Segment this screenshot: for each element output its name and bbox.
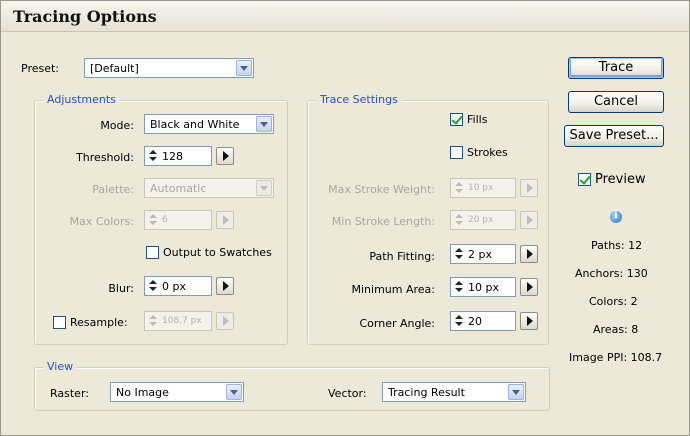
path-fitting-stepper[interactable]: 2 px <box>450 244 516 264</box>
max-colors-slider-button <box>216 211 234 229</box>
stat-colors: Colors: 2 <box>589 295 638 308</box>
chevron-down-icon[interactable] <box>236 60 252 76</box>
corner-angle-stepper[interactable]: 20 <box>450 311 516 331</box>
palette-select: Automatic <box>144 178 274 198</box>
threshold-slider-button[interactable] <box>216 147 234 165</box>
preview-label[interactable]: Preview <box>595 172 646 187</box>
raster-select[interactable]: No Image <box>110 382 244 402</box>
vector-label: Vector: <box>328 387 367 400</box>
up-down-arrows-icon[interactable] <box>148 280 158 292</box>
max-colors-value: 6 <box>162 215 168 225</box>
preset-select[interactable]: [Default] <box>84 58 254 78</box>
blur-label: Blur: <box>108 282 134 295</box>
preset-label: Preset: <box>21 62 60 75</box>
resample-label[interactable]: Resample: <box>70 316 128 329</box>
cancel-button[interactable]: Cancel <box>568 91 664 113</box>
up-down-arrows-icon[interactable] <box>148 150 158 162</box>
minimum-area-value: 10 px <box>468 281 499 294</box>
resample-checkbox[interactable] <box>53 316 66 329</box>
dialog-title: Tracing Options <box>13 7 157 26</box>
strokes-checkbox[interactable] <box>450 146 463 159</box>
vector-value: Tracing Result <box>388 386 465 399</box>
palette-label: Palette: <box>92 183 134 196</box>
chevron-down-icon[interactable] <box>256 116 272 132</box>
save-preset-button[interactable]: Save Preset... <box>564 125 664 147</box>
stat-paths: Paths: 12 <box>591 239 643 252</box>
output-to-swatches-checkbox[interactable] <box>146 246 159 259</box>
max-stroke-weight-value: 10 px <box>468 183 494 193</box>
preview-checkbox[interactable] <box>578 173 591 186</box>
fills-checkbox[interactable] <box>450 113 463 126</box>
threshold-value: 128 <box>162 150 183 163</box>
corner-angle-label: Corner Angle: <box>359 317 435 330</box>
chevron-down-icon[interactable] <box>508 384 524 400</box>
output-to-swatches-label[interactable]: Output to Swatches <box>163 246 272 259</box>
strokes-label[interactable]: Strokes <box>467 146 508 159</box>
blur-value: 0 px <box>162 280 186 293</box>
blur-slider-button[interactable] <box>216 277 234 295</box>
up-down-arrows-icon <box>148 214 158 226</box>
up-down-arrows-icon[interactable] <box>454 281 464 293</box>
stat-areas: Areas: 8 <box>593 323 639 336</box>
threshold-label: Threshold: <box>76 151 134 164</box>
fills-label[interactable]: Fills <box>467 113 487 126</box>
resample-value: 108.7 px <box>162 316 202 326</box>
max-stroke-weight-stepper: 10 px <box>450 178 516 198</box>
minimum-area-stepper[interactable]: 10 px <box>450 277 516 297</box>
up-down-arrows-icon <box>454 214 464 226</box>
up-down-arrows-icon <box>454 182 464 194</box>
trace-button[interactable]: Trace <box>568 57 664 79</box>
resample-stepper: 108.7 px <box>144 311 212 331</box>
chevron-down-icon <box>256 180 272 196</box>
min-stroke-length-stepper: 20 px <box>450 210 516 230</box>
up-down-arrows-icon[interactable] <box>454 248 464 260</box>
threshold-stepper[interactable]: 128 <box>144 146 212 166</box>
max-colors-stepper: 6 <box>144 210 212 230</box>
raster-label: Raster: <box>50 387 89 400</box>
min-stroke-length-value: 20 px <box>468 215 494 225</box>
adjustments-title: Adjustments <box>43 93 120 106</box>
mode-label: Mode: <box>100 119 134 132</box>
palette-value: Automatic <box>150 182 207 195</box>
path-fitting-label: Path Fitting: <box>369 250 435 263</box>
mode-select[interactable]: Black and White <box>144 114 274 134</box>
path-fitting-slider-button[interactable] <box>520 245 538 263</box>
corner-angle-value: 20 <box>468 315 482 328</box>
max-colors-label: Max Colors: <box>69 215 134 228</box>
max-stroke-weight-slider-button <box>520 179 538 197</box>
up-down-arrows-icon[interactable] <box>454 315 464 327</box>
trace-settings-title: Trace Settings <box>316 93 402 106</box>
raster-value: No Image <box>116 386 169 399</box>
min-stroke-length-label: Min Stroke Length: <box>331 215 435 228</box>
stat-image-ppi: Image PPI: 108.7 <box>569 351 663 364</box>
min-stroke-length-slider-button <box>520 211 538 229</box>
up-down-arrows-icon <box>148 315 158 327</box>
title-bar: Tracing Options <box>1 1 689 32</box>
view-title: View <box>43 360 78 373</box>
info-icon <box>610 210 622 223</box>
vector-select[interactable]: Tracing Result <box>382 382 526 402</box>
mode-value: Black and White <box>150 118 240 131</box>
chevron-down-icon[interactable] <box>226 384 242 400</box>
preset-value: [Default] <box>90 62 139 75</box>
minimum-area-slider-button[interactable] <box>520 278 538 296</box>
blur-stepper[interactable]: 0 px <box>144 276 212 296</box>
path-fitting-value: 2 px <box>468 248 492 261</box>
max-stroke-weight-label: Max Stroke Weight: <box>328 183 435 196</box>
minimum-area-label: Minimum Area: <box>351 283 436 296</box>
tracing-options-dialog: Tracing Options Preset: [Default] Adjust… <box>0 0 690 436</box>
resample-slider-button <box>216 312 234 330</box>
corner-angle-slider-button[interactable] <box>520 312 538 330</box>
stat-anchors: Anchors: 130 <box>575 267 648 280</box>
